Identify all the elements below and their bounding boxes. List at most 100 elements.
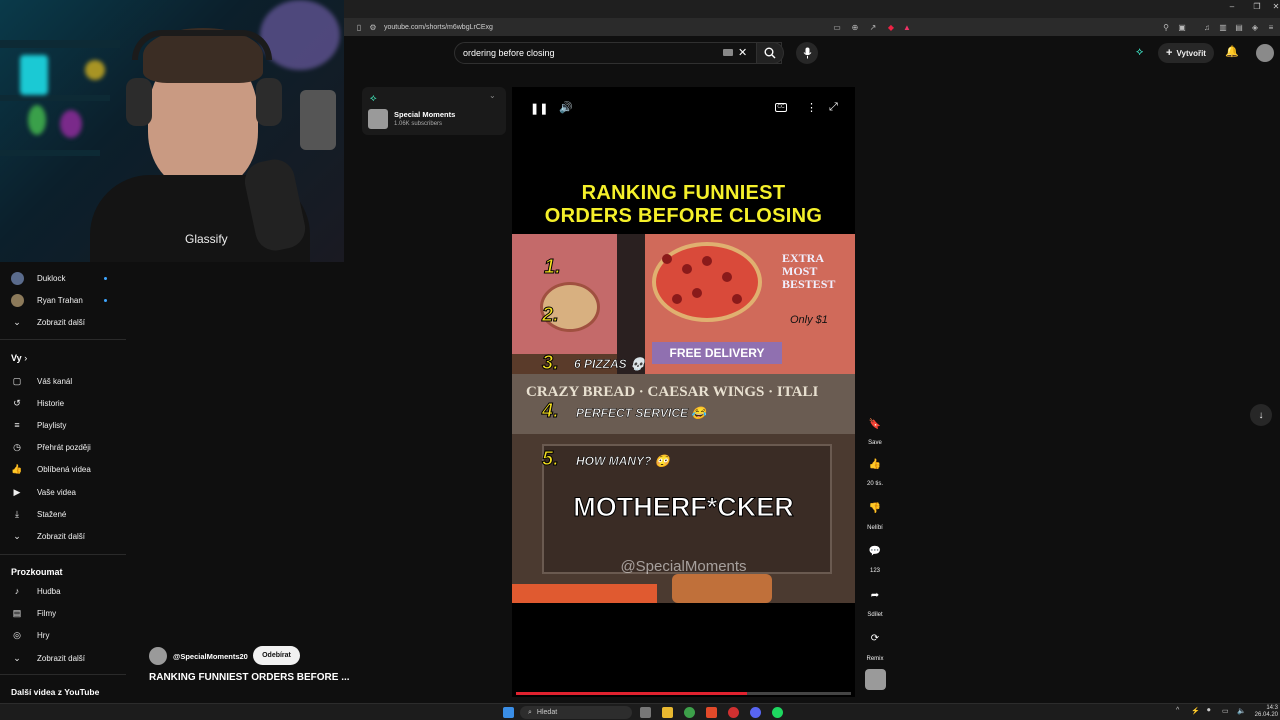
sidebar-item-movies[interactable]: ▤ Filmy (0, 603, 126, 623)
sidebar-item-music[interactable]: ♪ Hudba (0, 581, 126, 601)
media-icon[interactable]: ♫ (1200, 20, 1214, 34)
subscription-duklock[interactable]: Duklock (0, 268, 126, 288)
show-more-you[interactable]: ⌄ Zobrazit další (0, 526, 126, 546)
zoom-icon[interactable]: ⊕ (848, 20, 862, 34)
sidebar-item-gaming[interactable]: ◎ Hry (0, 625, 126, 645)
volume-icon[interactable]: 🔊 (559, 101, 573, 114)
network-icon[interactable]: ⚡ (1191, 707, 1200, 715)
share-label: Sdílet (867, 612, 883, 618)
sidebar-item-your-videos[interactable]: ▶ Vaše videa (0, 482, 126, 502)
tray-chevron-icon[interactable]: ^ (1176, 707, 1179, 714)
chevron-down-icon: ⌄ (13, 316, 21, 327)
extension-icon[interactable]: ⚲ (1159, 20, 1173, 34)
brave-shield-icon[interactable]: ◆ (884, 20, 898, 34)
arrow-down-icon: ↓ (1258, 409, 1264, 421)
show-more-subscriptions[interactable]: ⌄ Zobrazit další (0, 312, 126, 332)
screen-icon[interactable]: ▭ (830, 20, 844, 34)
sidebar-item-label: Vaše videa (37, 487, 76, 497)
more-from-youtube-heading: Další videa z YouTube (11, 687, 100, 697)
wallet-icon[interactable]: ▣ (1175, 20, 1189, 34)
your-videos-icon: ▶ (13, 486, 21, 497)
channel-card[interactable]: ⟡ ⌄ Special Moments 1.06K subscribers (362, 87, 506, 135)
save-button[interactable]: 🔖 (864, 413, 886, 435)
app-icon[interactable] (728, 707, 739, 718)
share-button[interactable]: ➦ (864, 584, 886, 606)
like-count: 20 tis. (866, 481, 883, 487)
chevron-down-icon: ⌄ (13, 530, 21, 541)
close-window-icon[interactable]: ✕ (1268, 2, 1280, 11)
dislike-button[interactable]: 👎 (864, 497, 886, 519)
video-frame[interactable]: EXTRA MOST BESTEST Only $1 FREE DELIVERY… (512, 234, 855, 603)
maximize-icon[interactable]: ❐ (1249, 2, 1265, 11)
brave-icon[interactable] (706, 707, 717, 718)
subscription-ryan-trahan[interactable]: Ryan Trahan (0, 290, 126, 310)
windows-start-icon[interactable] (503, 707, 514, 718)
remix-label: Remix (866, 656, 884, 662)
sidebar-item-channel[interactable]: ▢ Váš kanál (0, 371, 126, 391)
account-avatar[interactable] (1256, 44, 1274, 62)
new-content-dot (104, 299, 107, 302)
sidebar-item-downloads[interactable]: ⤓ Stažené (0, 504, 126, 524)
sound-thumbnail[interactable] (865, 669, 886, 690)
search-input[interactable]: ordering before closing ✕ (454, 42, 782, 64)
clear-search-icon[interactable]: ✕ (738, 46, 747, 59)
microphone-icon (803, 47, 811, 59)
sidebar-item-label: Historie (37, 398, 65, 408)
extension-logo-icon[interactable]: ⟡ (1136, 46, 1150, 60)
rank-2-number: 2. (542, 304, 560, 327)
browser-titlebar: – ❐ ✕ (344, 0, 1280, 18)
sidebar-item-playlists[interactable]: ≡ Playlisty (0, 415, 126, 435)
display-tray-icon[interactable]: ▭ (1222, 707, 1229, 715)
sidebar-item-history[interactable]: ↺ Historie (0, 393, 126, 413)
sidebar-toggle-icon[interactable]: ▥ (1216, 20, 1230, 34)
share-page-icon[interactable]: ↗ (866, 20, 880, 34)
search-button[interactable] (756, 42, 784, 64)
volume-tray-icon[interactable]: 🔈 (1237, 707, 1246, 715)
shorts-title[interactable]: RANKING FUNNIEST ORDERS BEFORE ... (149, 672, 350, 683)
subscribe-button[interactable]: Odebírat (253, 646, 300, 665)
site-info-icon[interactable]: ⚙ (366, 20, 380, 34)
taskbar-clock[interactable]: 14:3 26.04.20 (1252, 705, 1278, 719)
video-progress-bar[interactable] (516, 692, 851, 695)
pause-icon[interactable]: ❚❚ (530, 102, 548, 115)
channel-avatar[interactable] (149, 647, 167, 665)
create-button[interactable]: + Vytvořit (1158, 43, 1214, 63)
task-view-icon[interactable] (640, 707, 651, 718)
chevron-down-icon[interactable]: ⌄ (489, 91, 496, 100)
taskbar-search[interactable]: ⌕ Hledat (520, 706, 632, 719)
show-more-explore[interactable]: ⌄ Zobrazit další (0, 648, 126, 668)
like-button[interactable]: 👍 (864, 453, 886, 475)
dislike-icon: 👎 (868, 502, 882, 514)
keyboard-icon[interactable] (723, 49, 733, 56)
file-explorer-icon[interactable] (662, 707, 673, 718)
channel-subscribers: 1.06K subscribers (394, 121, 443, 127)
address-bar[interactable]: ▯ ⚙ youtube.com/shorts/m6wbgLrCExg ▭ ⊕ ↗… (344, 18, 1280, 36)
spotify-icon[interactable] (772, 707, 783, 718)
tabs-icon[interactable]: ▤ (1232, 20, 1246, 34)
bookmark-icon[interactable]: ▯ (352, 20, 366, 34)
channel-avatar (368, 109, 388, 129)
notifications-icon[interactable]: 🔔 (1225, 45, 1239, 58)
more-options-icon[interactable]: ⋮ (806, 101, 817, 114)
video-caption: MOTHERF*CKER (573, 492, 795, 523)
menu-icon[interactable]: ≡ (1264, 20, 1278, 34)
channel-handle[interactable]: @SpecialMoments20 (173, 652, 248, 661)
vpn-icon[interactable]: ◈ (1248, 20, 1262, 34)
sidebar-item-watch-later[interactable]: ◷ Přehrát později (0, 437, 126, 457)
sidebar-item-liked[interactable]: 👍 Oblíbená videa (0, 459, 126, 479)
next-video-button[interactable]: ↓ (1250, 404, 1272, 426)
fullscreen-icon[interactable]: ⤢ (829, 101, 838, 114)
rewards-icon[interactable]: ▲ (900, 20, 914, 34)
comments-button[interactable]: 💬 (864, 540, 886, 562)
remix-button[interactable]: ⟳ (864, 627, 886, 649)
chrome-icon[interactable] (684, 707, 695, 718)
mic-tray-icon[interactable]: ⏺ (1207, 707, 1211, 715)
search-query[interactable]: ordering before closing (463, 48, 555, 58)
you-section-heading[interactable]: Vy › (11, 353, 27, 363)
discord-icon[interactable] (750, 707, 761, 718)
url-text[interactable]: youtube.com/shorts/m6wbgLrCExg (384, 24, 493, 31)
minimize-icon[interactable]: – (1224, 2, 1240, 11)
voice-search-button[interactable] (796, 42, 818, 64)
captions-icon[interactable]: CC (775, 103, 787, 112)
show-more-label: Zobrazit další (37, 317, 86, 327)
